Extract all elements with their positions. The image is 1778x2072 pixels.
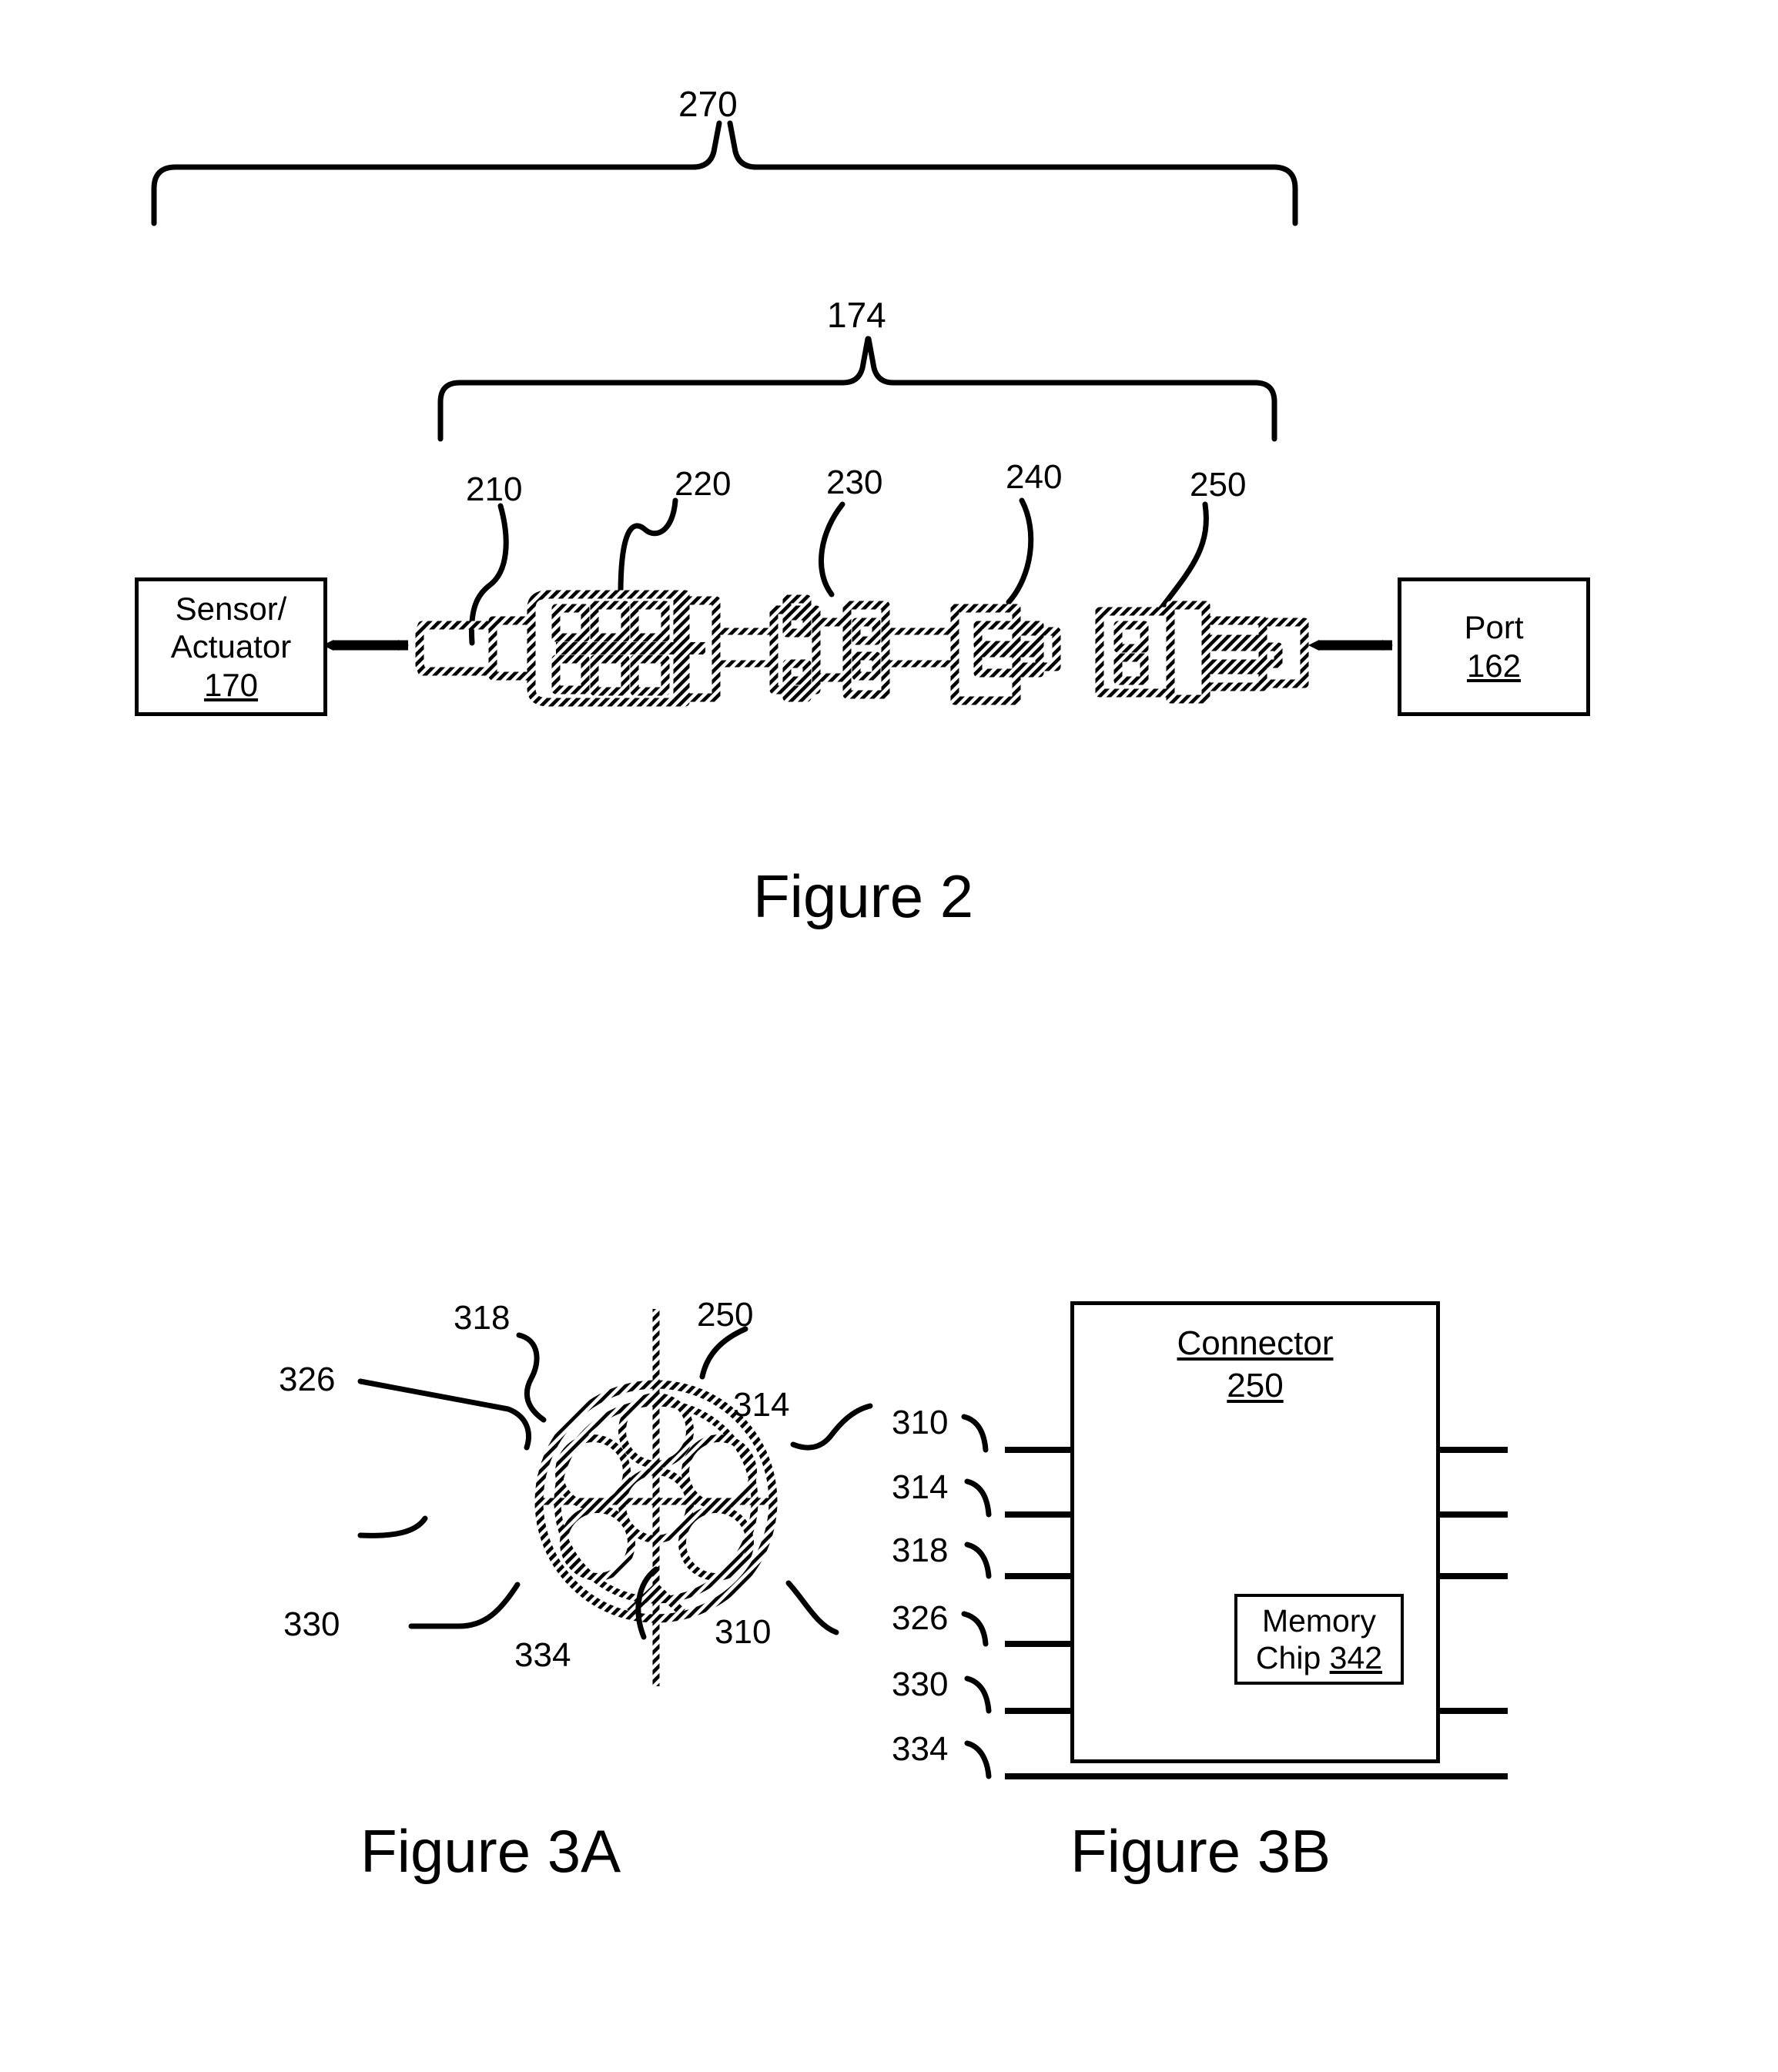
leader-326 xyxy=(357,1378,531,1451)
patent-figure-sheet: Sensor/ Actuator 170 Port 162 270 174 21… xyxy=(0,0,1778,2072)
component-ref-210: 210 xyxy=(466,470,523,508)
leader-230 xyxy=(819,501,845,597)
pin-bore-330 xyxy=(560,1505,635,1581)
figure3a-caption: Figure 3A xyxy=(360,1817,621,1885)
sensor-actuator-box: Sensor/ Actuator 170 xyxy=(135,577,327,716)
component-ref-250: 250 xyxy=(1190,466,1247,504)
leader-220 xyxy=(618,497,678,597)
sensor-actuator-line1: Sensor/ xyxy=(175,590,287,627)
bracket-270-label: 270 xyxy=(678,84,738,124)
sensor-actuator-box-label: Sensor/ Actuator 170 xyxy=(171,590,291,705)
pin-bore-334 xyxy=(618,1468,694,1543)
connector-block: Connector 250 xyxy=(1070,1301,1440,1763)
callout-314: 314 xyxy=(733,1386,790,1424)
leader-330b xyxy=(408,1582,521,1629)
port-line1: Port xyxy=(1464,609,1524,646)
bracket-174-label: 174 xyxy=(827,295,886,335)
connector-title-line1: Connector xyxy=(1177,1324,1334,1362)
port-box: Port 162 xyxy=(1398,577,1590,716)
connector-block-title: Connector 250 xyxy=(1177,1322,1333,1407)
port-ref: 162 xyxy=(1466,648,1522,684)
memory-chip-ref: 342 xyxy=(1329,1640,1383,1675)
leader-210 xyxy=(468,503,509,646)
component-240-body xyxy=(950,604,1021,705)
pin-label-318: 318 xyxy=(892,1531,949,1569)
bracket-174 xyxy=(437,336,1277,442)
component-250-pin-face xyxy=(1258,618,1309,688)
leader-330 xyxy=(357,1515,428,1538)
pin-label-334: 334 xyxy=(892,1730,949,1768)
callout-330: 330 xyxy=(283,1605,340,1643)
callout-334: 334 xyxy=(514,1636,571,1674)
connector-keyway xyxy=(627,1582,685,1616)
figure3b-label-hooks xyxy=(961,1414,992,1779)
pin-bore-314 xyxy=(681,1434,757,1510)
component-240-nose xyxy=(1012,627,1061,671)
leader-318 xyxy=(516,1332,547,1423)
leader-314 xyxy=(790,1403,873,1451)
port-box-label: Port 162 xyxy=(1464,608,1523,685)
figure2-caption: Figure 2 xyxy=(753,862,974,930)
leader-250 xyxy=(699,1326,748,1380)
leader-250 xyxy=(1158,501,1209,611)
pin-bore-310 xyxy=(678,1505,754,1581)
component-250-shell xyxy=(1095,607,1175,698)
figure3b-caption: Figure 3B xyxy=(1070,1817,1331,1885)
component-ref-220: 220 xyxy=(675,465,732,503)
component-210-boot xyxy=(415,621,497,676)
component-230-nut-left xyxy=(769,605,821,695)
figure3a-drawing xyxy=(357,1309,873,1686)
cable-assembly-drawing xyxy=(415,590,1309,707)
leader-334 xyxy=(635,1566,659,1640)
pin-label-326: 326 xyxy=(892,1599,949,1637)
memory-chip-label: Memory Chip 342 xyxy=(1256,1602,1382,1677)
sensor-actuator-line2: Actuator xyxy=(170,628,292,665)
bracket-270 xyxy=(151,120,1298,226)
callout-310: 310 xyxy=(715,1613,772,1651)
memory-chip-line2-text: Chip xyxy=(1255,1640,1330,1675)
leader-310 xyxy=(785,1580,839,1635)
component-250-collar xyxy=(1166,601,1210,704)
pin-bore-326 xyxy=(555,1434,631,1510)
sensor-actuator-ref: 170 xyxy=(203,666,259,703)
component-230-nut-right xyxy=(842,601,890,699)
memory-chip-line1: Memory xyxy=(1261,1602,1377,1639)
figure-vector-layer xyxy=(151,120,1508,1779)
pin-label-314: 314 xyxy=(892,1468,949,1506)
component-210-sleeve xyxy=(488,616,536,681)
component-220-collar xyxy=(673,596,721,702)
component-ref-230: 230 xyxy=(826,464,883,501)
component-220-body xyxy=(527,590,690,707)
connector-title-line2: 250 xyxy=(1227,1367,1284,1404)
pin-label-310: 310 xyxy=(892,1404,949,1441)
pin-bore-318 xyxy=(618,1393,694,1468)
component-ref-240: 240 xyxy=(1006,458,1063,496)
pin-label-330: 330 xyxy=(892,1665,949,1703)
leader-240 xyxy=(1006,497,1034,605)
connector-inner-shell xyxy=(554,1399,758,1604)
figure2-leader-lines xyxy=(468,497,1209,646)
callout-250-fig3a: 250 xyxy=(697,1296,754,1334)
callout-326: 326 xyxy=(279,1361,336,1398)
component-230-nut-mid xyxy=(812,618,852,682)
memory-chip-box: Memory Chip 342 xyxy=(1234,1594,1404,1685)
callout-318: 318 xyxy=(454,1299,511,1337)
